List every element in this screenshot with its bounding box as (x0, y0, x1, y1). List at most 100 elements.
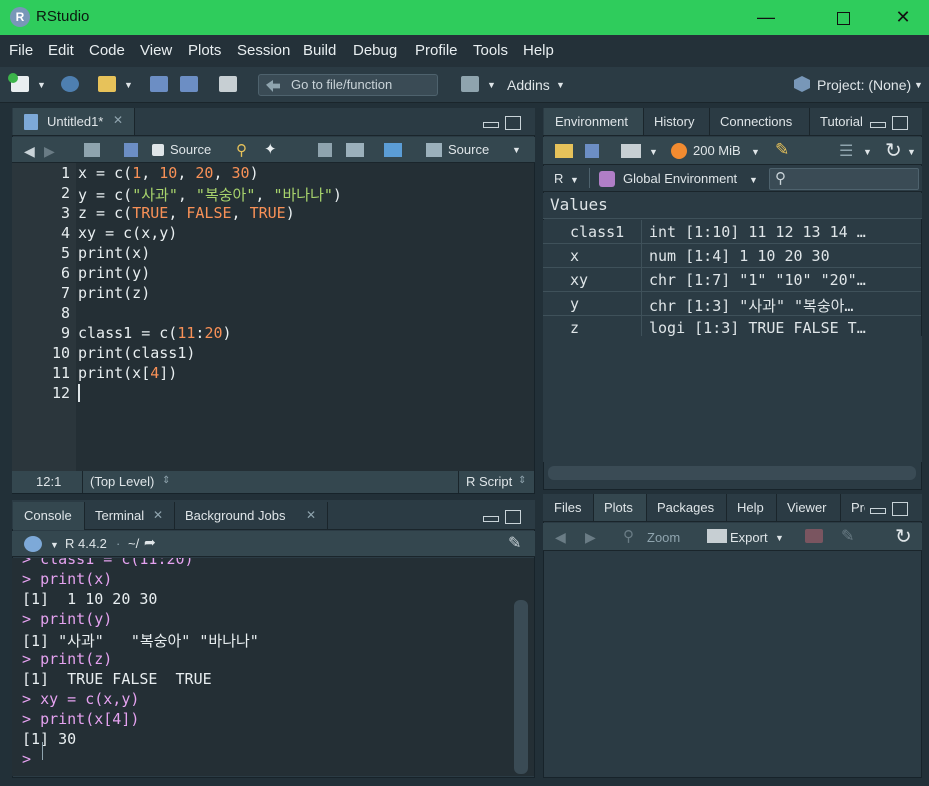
menu-build[interactable]: Build (303, 42, 336, 59)
menu-help[interactable]: Help (523, 42, 554, 59)
save-icon[interactable] (150, 76, 168, 92)
menu-view[interactable]: View (140, 42, 172, 59)
tab-terminal[interactable]: Terminal ✕ (85, 502, 175, 530)
load-workspace-icon[interactable] (555, 144, 573, 158)
maximize-button[interactable] (820, 2, 866, 32)
tab-plots[interactable]: Plots (594, 494, 647, 521)
close-tab-icon[interactable]: ✕ (306, 502, 316, 529)
chevron-down-icon[interactable]: ▼ (863, 147, 872, 157)
tab-help[interactable]: Help (727, 494, 777, 521)
tab-environment[interactable]: Environment (544, 108, 644, 135)
maximize-pane-icon[interactable] (892, 502, 908, 516)
rerun-icon[interactable] (384, 143, 402, 157)
search-icon[interactable]: ⚲ (236, 141, 247, 159)
tab-viewer[interactable]: Viewer (777, 494, 841, 521)
grid-layout-icon[interactable] (461, 76, 479, 92)
console-output[interactable]: > class1 = c(11:20) > print(x) [1] 1 10 20… (12, 558, 534, 776)
source-on-save-checkbox[interactable] (152, 144, 164, 156)
next-plot-icon[interactable]: ▶ (585, 529, 596, 546)
menu-tools[interactable]: Tools (473, 42, 508, 59)
goto-file-input[interactable]: Go to file/function (258, 74, 438, 96)
goto-wd-icon[interactable]: ➦ (144, 534, 156, 551)
tab-files[interactable]: Files (544, 494, 594, 521)
chevron-down-icon[interactable]: ▼ (914, 80, 923, 90)
export-button[interactable]: Export (730, 530, 768, 545)
new-file-icon[interactable] (8, 73, 29, 92)
forward-arrow-icon[interactable]: ▶ (44, 143, 55, 160)
scope-selector[interactable]: (Top Level) (90, 474, 154, 489)
maximize-pane-icon[interactable] (505, 510, 521, 524)
chevron-down-icon[interactable]: ▼ (751, 147, 760, 157)
close-button[interactable]: ✕ (880, 2, 926, 32)
environment-scrollbar[interactable] (548, 466, 916, 480)
memory-usage[interactable]: 200 MiB (693, 143, 741, 158)
chevron-down-icon[interactable]: ▼ (37, 80, 46, 90)
menu-session[interactable]: Session (237, 42, 290, 59)
maximize-pane-icon[interactable] (892, 116, 908, 130)
new-project-icon[interactable] (61, 76, 79, 92)
chevron-down-icon[interactable]: ▼ (50, 540, 59, 550)
minimize-pane-icon[interactable] (483, 516, 499, 522)
environment-scope-selector[interactable]: Global Environment (623, 171, 737, 186)
print-icon[interactable] (219, 76, 237, 92)
tab-tutorial[interactable]: Tutorial (810, 108, 866, 135)
refresh-icon[interactable]: ↻ (885, 138, 902, 163)
minimize-pane-icon[interactable] (870, 508, 886, 514)
clear-plots-broom-icon[interactable]: ✎ (841, 526, 854, 546)
chevron-down-icon[interactable]: ▼ (775, 533, 784, 543)
code-editor[interactable]: 1 2 3 4 5 6 7 8 9 10 11 12 x = c(1, 10, 20, 30) y = … (12, 163, 534, 471)
maximize-pane-icon[interactable] (505, 116, 521, 130)
chevron-down-icon[interactable]: ▼ (556, 80, 565, 90)
tab-connections[interactable]: Connections (710, 108, 810, 135)
zoom-icon[interactable]: ⚲ (623, 527, 634, 545)
back-arrow-icon[interactable]: ◀ (24, 143, 35, 160)
chevron-down-icon[interactable]: ▼ (907, 147, 916, 157)
language-selector[interactable]: R (554, 171, 563, 186)
menu-plots[interactable]: Plots (188, 42, 221, 59)
tab-packages[interactable]: Packages (647, 494, 727, 521)
menu-profile[interactable]: Profile (415, 42, 458, 59)
console-scrollbar[interactable] (514, 600, 528, 774)
chevron-down-icon[interactable]: ▼ (487, 80, 496, 90)
magic-wand-icon[interactable]: ✦ (264, 140, 277, 158)
remove-plot-icon[interactable] (805, 529, 823, 543)
menu-edit[interactable]: Edit (48, 42, 74, 59)
run-icon[interactable] (346, 143, 364, 157)
show-in-window-icon[interactable] (84, 143, 100, 157)
environment-row[interactable]: y chr [1:3] "사과" "복숭아… (543, 292, 921, 316)
menu-debug[interactable]: Debug (353, 42, 397, 59)
refresh-icon[interactable]: ↻ (895, 524, 912, 549)
menu-file[interactable]: File (9, 42, 33, 59)
clear-console-broom-icon[interactable]: ✎ (508, 533, 521, 553)
chevron-down-icon[interactable]: ▼ (512, 145, 521, 155)
save-icon[interactable] (124, 143, 138, 157)
clear-broom-icon[interactable]: ✎ (775, 140, 789, 160)
environment-search-input[interactable] (769, 168, 919, 190)
import-dataset-icon[interactable] (621, 144, 641, 158)
compile-report-icon[interactable] (318, 143, 332, 157)
minimize-pane-icon[interactable] (870, 122, 886, 128)
close-tab-icon[interactable]: ✕ (113, 113, 123, 127)
list-view-icon[interactable]: ☰ (839, 141, 853, 161)
chevron-down-icon[interactable]: ▼ (124, 80, 133, 90)
filetype-selector[interactable]: R Script (466, 474, 512, 489)
environment-row[interactable]: xy chr [1:7] "1" "10" "20"… (543, 268, 921, 292)
tab-console[interactable]: Console (13, 502, 85, 530)
open-folder-icon[interactable] (98, 76, 116, 92)
tab-background-jobs[interactable]: Background Jobs ✕ (175, 502, 328, 530)
tab-history[interactable]: History (644, 108, 710, 135)
previous-plot-icon[interactable]: ◀ (555, 529, 566, 546)
environment-row[interactable]: class1 int [1:10] 11 12 13 14 … (543, 220, 921, 244)
minimize-pane-icon[interactable] (483, 122, 499, 128)
save-all-icon[interactable] (180, 76, 198, 92)
working-directory[interactable]: ~/ (128, 536, 139, 551)
chevron-down-icon[interactable]: ▼ (570, 175, 579, 185)
tab-presentation[interactable]: Presentation (841, 494, 865, 521)
source-button[interactable]: Source (448, 142, 489, 157)
addins-menu[interactable]: Addins (507, 77, 550, 93)
menu-code[interactable]: Code (89, 42, 125, 59)
environment-row[interactable]: x num [1:4] 1 10 20 30 (543, 244, 921, 268)
close-tab-icon[interactable]: ✕ (153, 502, 163, 529)
zoom-button[interactable]: Zoom (647, 530, 680, 545)
chevron-down-icon[interactable]: ▼ (649, 147, 658, 157)
